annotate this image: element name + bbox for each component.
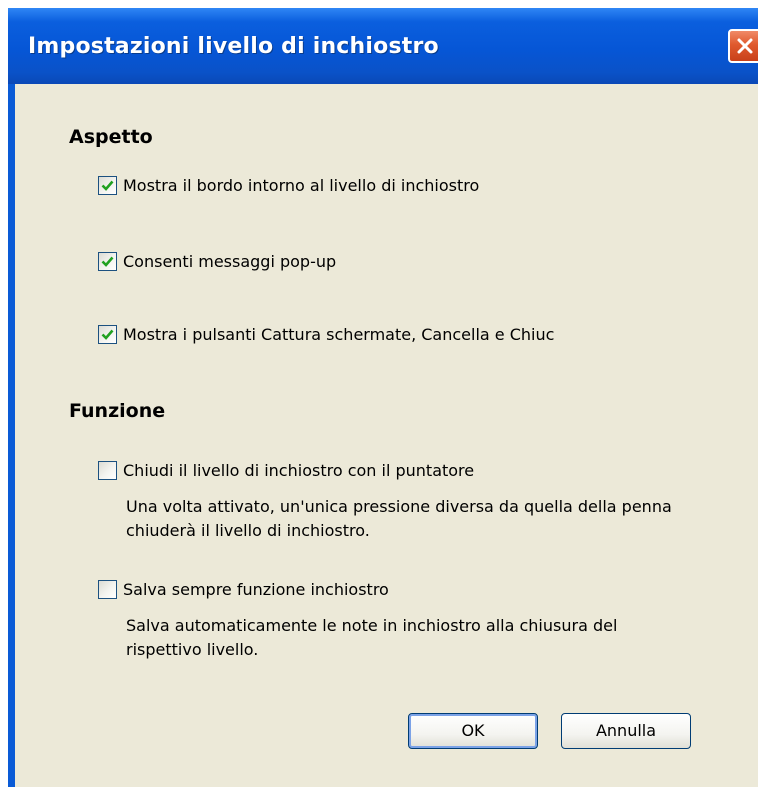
description-line: chiuderà il livello di inchiostro. — [126, 521, 370, 540]
option-close-with-pointer[interactable]: Chiudi il livello di inchiostro con il p… — [98, 461, 474, 480]
section-heading-funzione: Funzione — [69, 400, 166, 422]
allow-popups-label: Consenti messaggi pop-up — [123, 252, 337, 271]
option-show-buttons[interactable]: Mostra i pulsanti Cattura schermate, Can… — [98, 325, 554, 344]
close-with-pointer-checkbox[interactable] — [98, 461, 117, 480]
close-button[interactable] — [728, 29, 758, 63]
description-line: Una volta attivato, un'unica pressione d… — [126, 497, 672, 516]
show-buttons-checkbox[interactable] — [98, 325, 117, 344]
dialog-window: Impostazioni livello di inchiostro Aspet… — [8, 8, 758, 787]
close-with-pointer-label: Chiudi il livello di inchiostro con il p… — [123, 461, 475, 480]
section-heading-aspetto: Aspetto — [69, 126, 153, 148]
close-with-pointer-description: Una volta attivato, un'unica pressione d… — [126, 495, 672, 543]
show-border-checkbox[interactable] — [98, 176, 117, 195]
check-mark-icon — [101, 329, 114, 340]
always-save-ink-label: Salva sempre funzione inchiostro — [123, 580, 389, 599]
description-line: Salva automaticamente le note in inchios… — [126, 616, 618, 635]
check-mark-icon — [101, 256, 114, 267]
description-line: rispettivo livello. — [126, 640, 259, 659]
show-border-label: Mostra il bordo intorno al livello di in… — [123, 176, 480, 195]
check-mark-icon — [101, 180, 114, 191]
window-title: Impostazioni livello di inchiostro — [28, 34, 439, 59]
close-icon — [737, 38, 753, 54]
option-show-border[interactable]: Mostra il bordo intorno al livello di in… — [98, 176, 479, 195]
always-save-ink-checkbox[interactable] — [98, 580, 117, 599]
option-always-save-ink[interactable]: Salva sempre funzione inchiostro — [98, 580, 389, 599]
show-buttons-label: Mostra i pulsanti Cattura schermate, Can… — [123, 325, 555, 344]
title-bar[interactable]: Impostazioni livello di inchiostro — [8, 8, 758, 84]
always-save-ink-description: Salva automaticamente le note in inchios… — [126, 614, 617, 662]
ok-button[interactable]: OK — [408, 713, 538, 749]
option-allow-popups[interactable]: Consenti messaggi pop-up — [98, 252, 336, 271]
dialog-body: Aspetto Mostra il bordo intorno al livel… — [15, 84, 758, 787]
allow-popups-checkbox[interactable] — [98, 252, 117, 271]
cancel-button[interactable]: Annulla — [561, 713, 691, 749]
